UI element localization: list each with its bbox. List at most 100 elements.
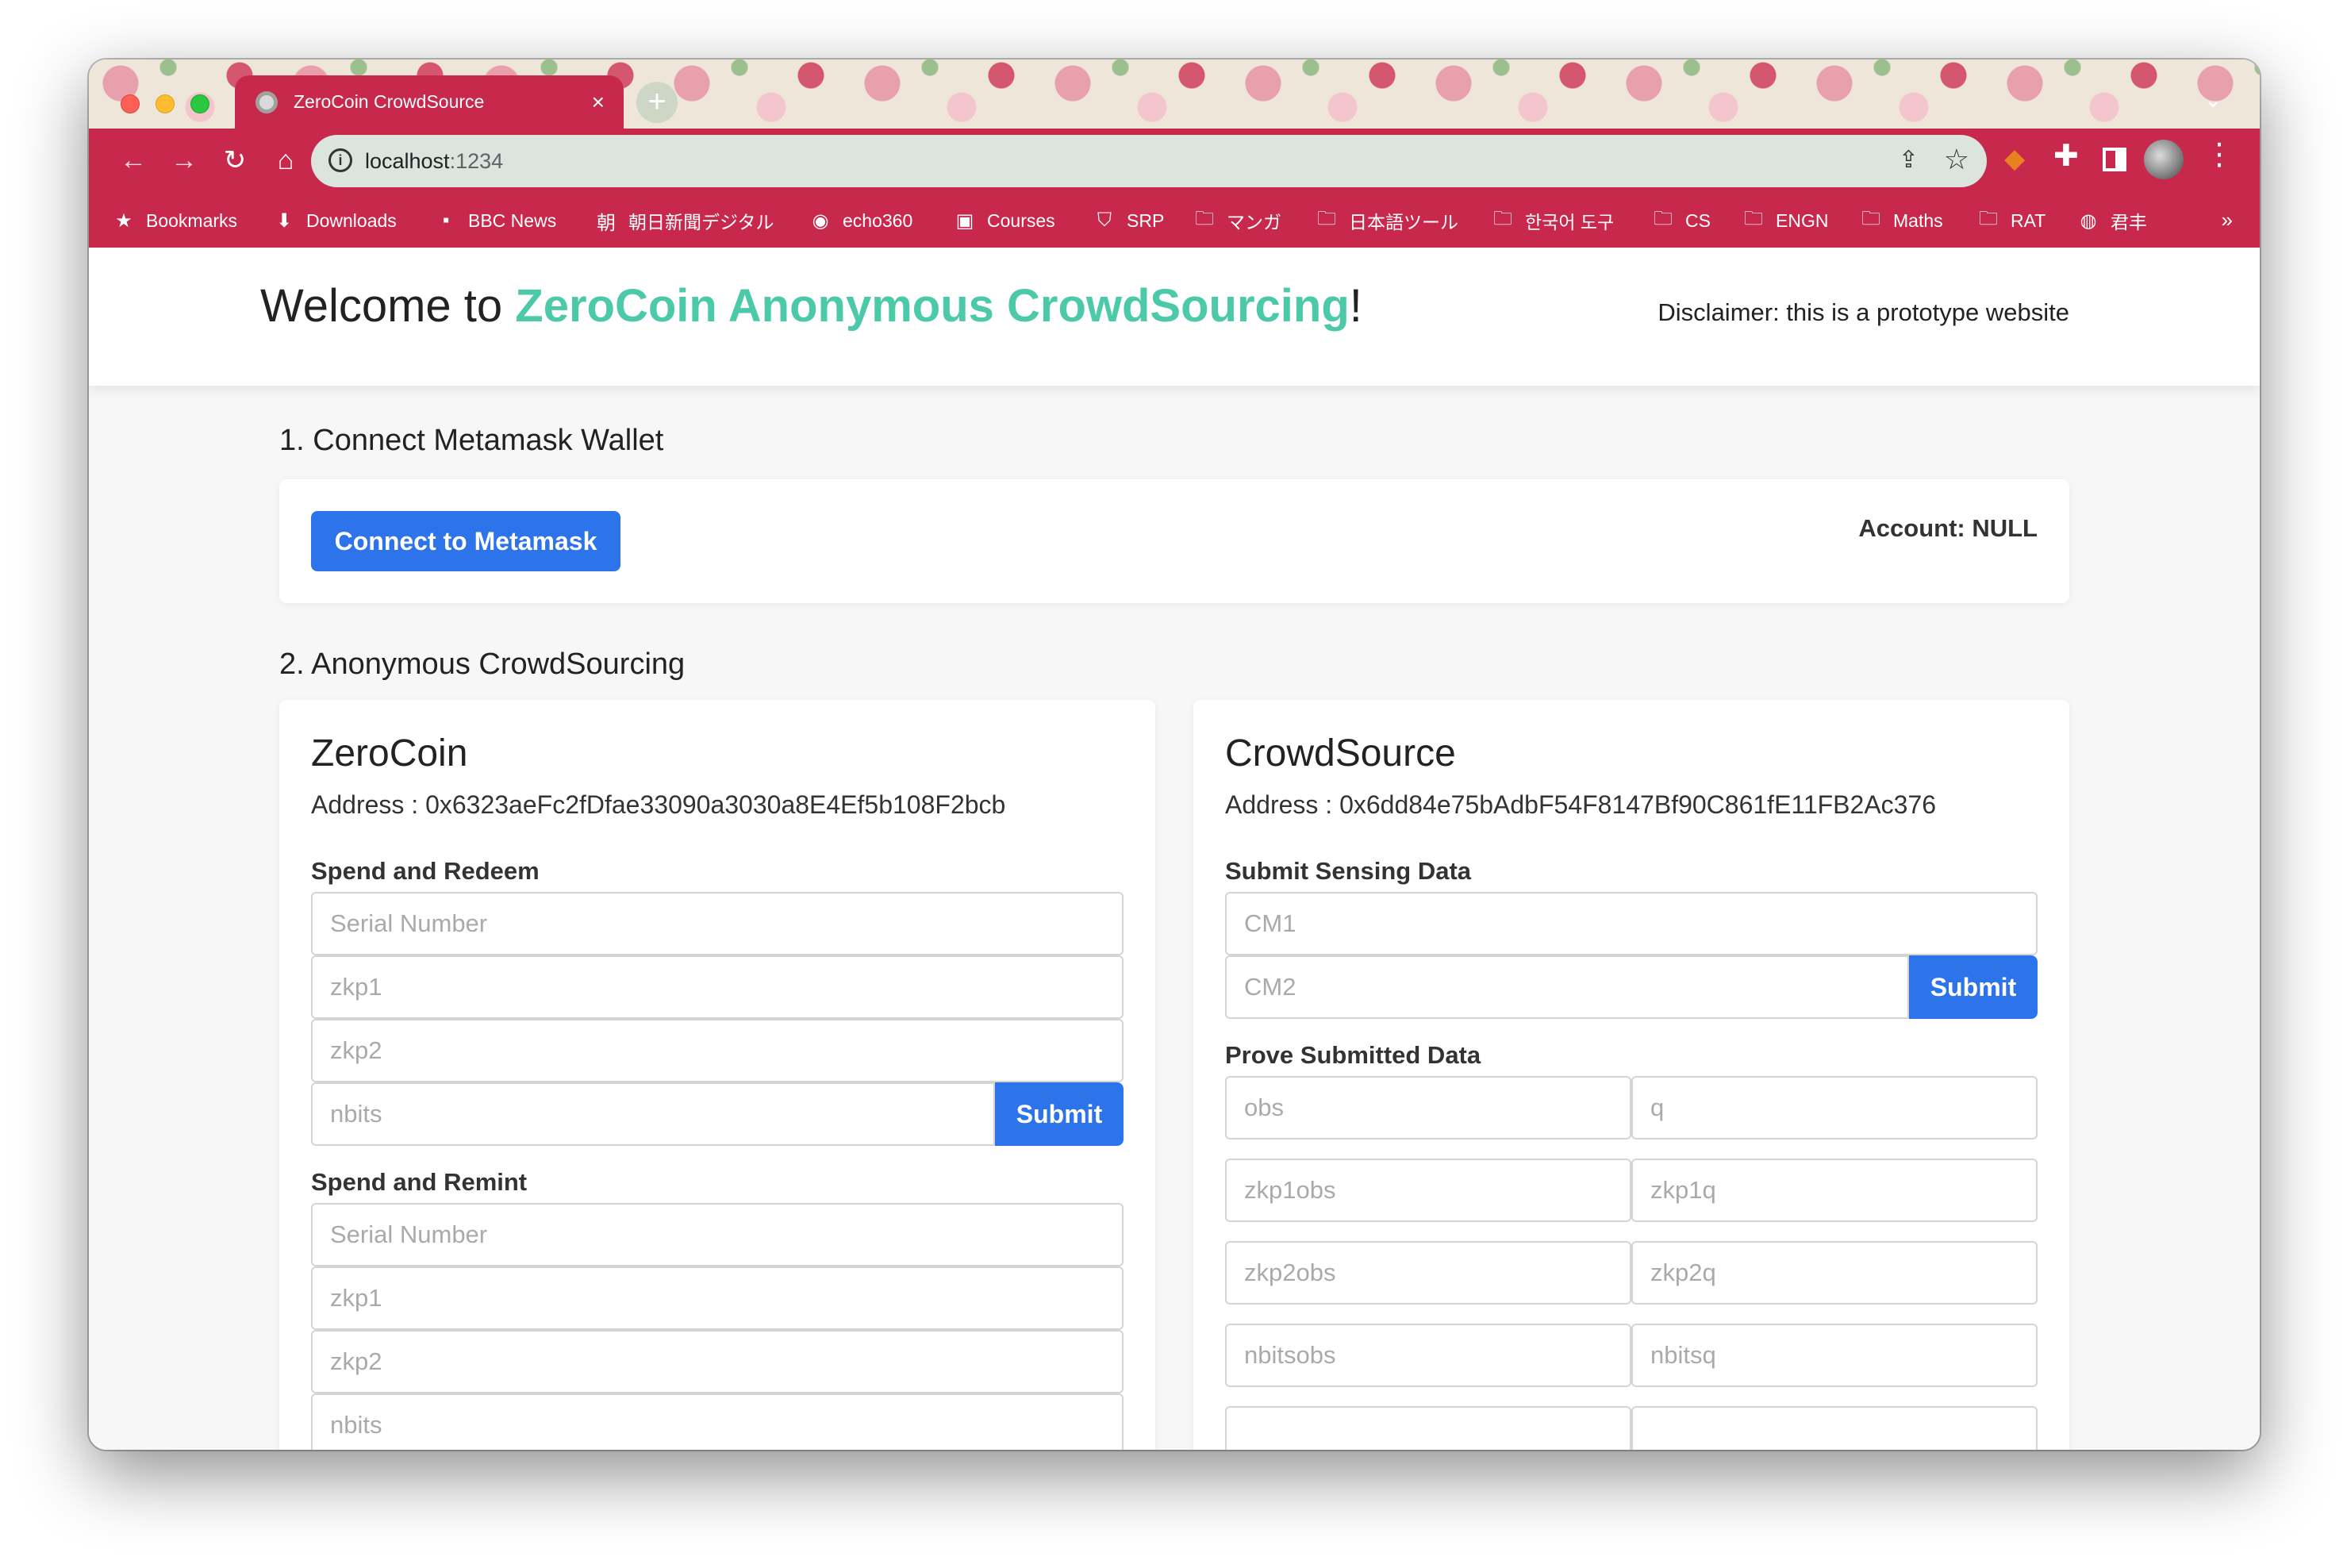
tab-strip: ZeroCoin CrowdSource × + ⌄ (89, 60, 2260, 129)
submit-sensing-label: Submit Sensing Data (1225, 857, 1472, 885)
bookmarks-bar: ★ Bookmarks ⬇ Downloads ▪ BBC News 朝朝日新聞デジタ… (89, 194, 2260, 248)
bookmark-item[interactable]: 朝朝日新聞デジタル (595, 194, 774, 248)
prove-extra-left-input[interactable] (1225, 1406, 1631, 1450)
bookmark-item[interactable]: ◍ 君丰 (2077, 194, 2147, 248)
folder-icon: 🗀 (1861, 207, 1880, 229)
url-text: localhost:1234 (365, 149, 504, 173)
bookmark-item[interactable]: ⬇ Downloads (273, 194, 397, 248)
connect-wallet-heading: 1. Connect Metamask Wallet (279, 424, 664, 457)
crowdsource-title: CrowdSource (1225, 732, 1456, 774)
bookmark-item[interactable]: ◉ echo360 (809, 194, 913, 248)
bookmark-folder[interactable]: 🗀 한국어 도구 (1492, 194, 1614, 248)
globe-icon (255, 90, 278, 113)
redeem-nbits-input[interactable] (311, 1082, 995, 1146)
redeem-submit-button[interactable]: Submit (995, 1082, 1124, 1146)
folder-icon: 🗀 (1654, 207, 1673, 229)
folder-icon: 🗀 (1493, 207, 1512, 229)
more-menu-icon[interactable]: ⋮ (2204, 136, 2234, 172)
page-content: Welcome to ZeroCoin Anonymous CrowdSourc… (89, 248, 2260, 1450)
folder-icon: 🗀 (1317, 207, 1336, 229)
reload-icon[interactable]: ↻ (211, 136, 259, 184)
redeem-zkp2-input[interactable] (311, 1019, 1124, 1082)
folder-icon: 🗀 (1744, 207, 1763, 229)
connect-metamask-button[interactable]: Connect to Metamask (311, 511, 620, 571)
obs-input[interactable] (1225, 1076, 1631, 1139)
zerocoin-title: ZeroCoin (311, 732, 468, 774)
globe-icon: ◍ (2080, 209, 2097, 232)
spend-redeem-label: Spend and Redeem (311, 857, 540, 885)
tab-close-icon[interactable]: × (592, 90, 605, 115)
nbitsobs-input[interactable] (1225, 1324, 1631, 1387)
q-input[interactable] (1631, 1076, 2038, 1139)
bbc-icon: ▪ (442, 209, 450, 231)
tab-zerocoin-crowdsource[interactable]: ZeroCoin CrowdSource × (235, 75, 624, 129)
site-header: Welcome to ZeroCoin Anonymous CrowdSourc… (89, 248, 2260, 386)
zoom-window-button[interactable] (190, 94, 209, 113)
crowdsource-card: CrowdSource Address : 0x6dd84e75bAdbF54F… (1193, 700, 2069, 1450)
zkp1obs-input[interactable] (1225, 1159, 1631, 1222)
account-status: Account: NULL (1858, 514, 2038, 542)
download-icon: ⬇ (275, 209, 293, 232)
forward-arrow-icon[interactable]: → (160, 136, 208, 184)
new-tab-button[interactable]: + (636, 82, 678, 123)
bookmark-folder[interactable]: 🗀 ENGN (1742, 194, 1828, 248)
side-panel-icon[interactable] (2103, 148, 2126, 171)
tab-search-chevron-icon[interactable]: ⌄ (2204, 88, 2222, 113)
page-title: Welcome to ZeroCoin Anonymous CrowdSourc… (260, 280, 1362, 332)
zkp1q-input[interactable] (1631, 1159, 2038, 1222)
browser-window: ZeroCoin CrowdSource × + ⌄ ← → ↻ ⌂ i loc… (89, 60, 2260, 1450)
remint-nbits-input[interactable] (311, 1393, 1124, 1450)
remint-zkp2-input[interactable] (311, 1330, 1124, 1393)
sensing-submit-button[interactable]: Submit (1909, 955, 2038, 1019)
minimize-window-button[interactable] (156, 94, 175, 113)
shield-icon: ⛉ (1097, 209, 1112, 231)
disclaimer-text: Disclaimer: this is a prototype website (1657, 298, 2069, 326)
bookmark-star-icon[interactable]: ☆ (1944, 143, 1969, 176)
star-icon: ★ (115, 209, 133, 232)
prove-submitted-label: Prove Submitted Data (1225, 1041, 1481, 1069)
bookmark-item[interactable]: ⛉ SRP (1093, 194, 1164, 248)
cm1-input[interactable] (1225, 892, 2038, 955)
profile-avatar[interactable] (2144, 140, 2184, 179)
crowdsourcing-heading: 2. Anonymous CrowdSourcing (279, 648, 686, 681)
asahi-icon: 朝 (597, 212, 616, 234)
bookmark-folder[interactable]: 🗀 日本語ツール (1316, 194, 1458, 248)
nbitsq-input[interactable] (1631, 1324, 2038, 1387)
brand-name: ZeroCoin Anonymous CrowdSourcing (515, 280, 1350, 332)
remint-serial-number-input[interactable] (311, 1203, 1124, 1266)
folder-icon: 🗀 (1979, 207, 1998, 229)
bookmark-folder[interactable]: 🗀 マンガ (1193, 194, 1281, 248)
close-window-button[interactable] (121, 94, 140, 113)
remint-zkp1-input[interactable] (311, 1266, 1124, 1330)
tab-title: ZeroCoin CrowdSource (294, 91, 485, 112)
connect-wallet-card: Connect to Metamask Account: NULL (279, 479, 2069, 603)
share-icon[interactable]: ⇪ (1899, 146, 1919, 174)
courses-icon: ▣ (955, 209, 974, 232)
bookmark-item[interactable]: ★ Bookmarks (113, 194, 237, 248)
site-info-icon[interactable]: i (328, 148, 352, 172)
back-arrow-icon[interactable]: ← (109, 136, 157, 184)
redeem-serial-number-input[interactable] (311, 892, 1124, 955)
spend-remint-label: Spend and Remint (311, 1168, 528, 1196)
browser-toolbar: ← → ↻ ⌂ i localhost:1234 ⇪ ☆ ◆ ✚ ⋮ (89, 129, 2260, 194)
prove-extra-right-input[interactable] (1631, 1406, 2038, 1450)
bookmark-item[interactable]: ▣ Courses (954, 194, 1055, 248)
home-icon[interactable]: ⌂ (262, 136, 309, 184)
zerocoin-card: ZeroCoin Address : 0x6323aeFc2fDfae33090… (279, 700, 1155, 1450)
zkp2q-input[interactable] (1631, 1241, 2038, 1305)
folder-icon: 🗀 (1195, 207, 1214, 229)
bookmark-folder[interactable]: 🗀 RAT (1977, 194, 2045, 248)
bookmark-item[interactable]: ▪ BBC News (435, 194, 556, 248)
crowdsource-address: Address : 0x6dd84e75bAdbF54F8147Bf90C861… (1225, 790, 1937, 819)
zkp2obs-input[interactable] (1225, 1241, 1631, 1305)
zerocoin-address: Address : 0x6323aeFc2fDfae33090a3030a8E4… (311, 790, 1006, 819)
bookmark-folder[interactable]: 🗀 Maths (1860, 194, 1943, 248)
bookmarks-overflow-icon[interactable]: » (2222, 208, 2233, 233)
cm2-input[interactable] (1225, 955, 1909, 1019)
bookmark-folder[interactable]: 🗀 CS (1652, 194, 1711, 248)
extensions-puzzle-icon[interactable]: ✚ (2053, 138, 2079, 174)
echo360-icon: ◉ (812, 209, 829, 232)
address-bar[interactable]: i localhost:1234 ⇪ ☆ (311, 135, 1987, 187)
metamask-fox-icon[interactable]: ◆ (2004, 143, 2025, 175)
redeem-zkp1-input[interactable] (311, 955, 1124, 1019)
